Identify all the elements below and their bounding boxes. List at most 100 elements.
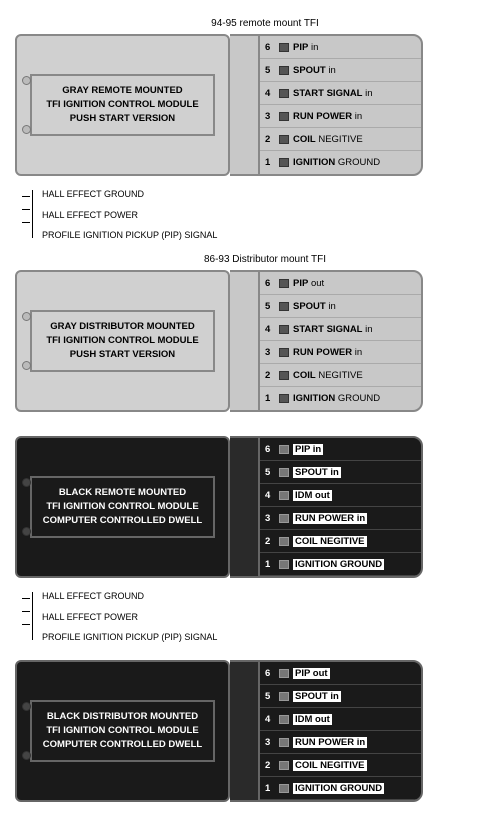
module-inner: BLACK REMOTE MOUNTEDTFI IGNITION CONTROL… — [30, 476, 216, 538]
pin-square — [279, 669, 289, 678]
pin-row-5: 5 SPOUT in — [260, 461, 421, 484]
pin-square — [279, 514, 289, 523]
screw-top — [22, 702, 31, 711]
screw-top — [22, 478, 31, 487]
screws-left — [22, 272, 31, 410]
screws-left — [22, 438, 31, 576]
tick3b — [22, 624, 30, 625]
pin-square — [279, 66, 289, 75]
pin-row-6: 6 PIP out — [260, 272, 421, 295]
screw-bottom — [22, 361, 31, 370]
pin-row-4: 4 START SIGNAL in — [260, 82, 421, 105]
gray-dist-assembly: GRAY DISTRIBUTOR MOUNTEDTFI IGNITION CON… — [15, 270, 485, 412]
pin-row-3: 3 RUN POWER in — [260, 341, 421, 364]
section-black-dist: BLACK DISTRIBUTOR MOUNTEDTFI IGNITION CO… — [0, 648, 500, 814]
bridge — [230, 436, 258, 578]
connector-black-remote: 6 PIP in 5 SPOUT in 4 IDM out 3 — [258, 436, 423, 578]
section-gray-dist: 86-93 Distributor mount TFI GRAY DISTRIB… — [0, 246, 500, 424]
tick1b — [22, 598, 30, 599]
pin-square — [279, 692, 289, 701]
gray-dist-label: 86-93 Distributor mount TFI — [35, 254, 495, 265]
diagram-container: 94-95 remote mount TFI GRAY REMOTE MOUNT… — [0, 0, 500, 824]
screws-left — [22, 662, 31, 800]
tick2b — [22, 611, 30, 612]
pin-square — [279, 302, 289, 311]
pin-square — [279, 135, 289, 144]
pin-square — [279, 445, 289, 454]
pin-row-5: 5 SPOUT in — [260, 685, 421, 708]
pin-square — [279, 784, 289, 793]
gray-remote-module: GRAY REMOTE MOUNTEDTFI IGNITION CONTROL … — [15, 34, 230, 176]
wire-label-hall-power: HALL EFFECT POWER — [42, 211, 217, 220]
gray-remote-label: 94-95 remote mount TFI — [35, 18, 495, 29]
pin-square — [279, 112, 289, 121]
black-remote-assembly: BLACK REMOTE MOUNTEDTFI IGNITION CONTROL… — [15, 436, 485, 578]
module-title: BLACK REMOTE MOUNTEDTFI IGNITION CONTROL… — [43, 486, 202, 527]
pin-row-3: 3 RUN POWER in — [260, 105, 421, 128]
module-inner: GRAY REMOTE MOUNTEDTFI IGNITION CONTROL … — [30, 74, 216, 136]
black-remote-module: BLACK REMOTE MOUNTEDTFI IGNITION CONTROL… — [15, 436, 230, 578]
pin-row-4: 4 IDM out — [260, 708, 421, 731]
pin-row-1: 1 IGNITION GROUND — [260, 387, 421, 410]
wire-vert-bar-2 — [32, 592, 33, 640]
pin-square — [279, 325, 289, 334]
tick1 — [22, 196, 30, 197]
pin-row-5: 5 SPOUT in — [260, 59, 421, 82]
pin-row-6: 6 PIP out — [260, 662, 421, 685]
pin-row-2: 2 COIL NEGITIVE — [260, 128, 421, 151]
black-dist-assembly: BLACK DISTRIBUTOR MOUNTEDTFI IGNITION CO… — [15, 660, 485, 802]
tick2 — [22, 209, 30, 210]
pin-row-5: 5 SPOUT in — [260, 295, 421, 318]
pin-row-6: 6 PIP in — [260, 36, 421, 59]
screw-bottom — [22, 751, 31, 760]
black-dist-module: BLACK DISTRIBUTOR MOUNTEDTFI IGNITION CO… — [15, 660, 230, 802]
wire-label-pip-signal-2: PROFILE IGNITION PICKUP (PIP) SIGNAL — [42, 633, 217, 642]
pin-square — [279, 761, 289, 770]
pin-square — [279, 738, 289, 747]
bridge — [230, 34, 258, 176]
module-title: BLACK DISTRIBUTOR MOUNTEDTFI IGNITION CO… — [43, 710, 202, 751]
screw-bottom — [22, 527, 31, 536]
pin-row-2: 2 COIL NEGITIVE — [260, 364, 421, 387]
screw-bottom — [22, 125, 31, 134]
pin-square — [279, 537, 289, 546]
module-title: GRAY REMOTE MOUNTEDTFI IGNITION CONTROL … — [46, 84, 198, 125]
pin-row-1: 1 IGNITION GROUND — [260, 553, 421, 576]
module-title: GRAY DISTRIBUTOR MOUNTEDTFI IGNITION CON… — [46, 320, 198, 361]
gray-dist-module: GRAY DISTRIBUTOR MOUNTEDTFI IGNITION CON… — [15, 270, 230, 412]
screw-top — [22, 312, 31, 321]
section-black-remote: BLACK REMOTE MOUNTEDTFI IGNITION CONTROL… — [0, 424, 500, 590]
pin-square — [279, 715, 289, 724]
screws-left — [22, 36, 31, 174]
connector-gray-remote: 6 PIP in 5 SPOUT in 4 START SIGNAL in 3 — [258, 34, 423, 176]
wire-section-1: HALL EFFECT GROUND HALL EFFECT POWER PRO… — [18, 190, 500, 240]
tick3 — [22, 222, 30, 223]
wire-label-hall-power-2: HALL EFFECT POWER — [42, 613, 217, 622]
module-inner: GRAY DISTRIBUTOR MOUNTEDTFI IGNITION CON… — [30, 310, 216, 372]
bridge — [230, 270, 258, 412]
bridge — [230, 660, 258, 802]
pin-square — [279, 371, 289, 380]
pin-row-3: 3 RUN POWER in — [260, 731, 421, 754]
pin-square — [279, 89, 289, 98]
screw-top — [22, 76, 31, 85]
pin-row-1: 1 IGNITION GROUND — [260, 777, 421, 800]
pin-square — [279, 158, 289, 167]
section-gray-remote: 94-95 remote mount TFI GRAY REMOTE MOUNT… — [0, 10, 500, 188]
pin-square — [279, 560, 289, 569]
wire-vert-bar — [32, 190, 33, 238]
pin-row-2: 2 COIL NEGITIVE — [260, 754, 421, 777]
pin-row-1: 1 IGNITION GROUND — [260, 151, 421, 174]
module-inner: BLACK DISTRIBUTOR MOUNTEDTFI IGNITION CO… — [30, 700, 216, 762]
pin-row-6: 6 PIP in — [260, 438, 421, 461]
wire-section-2: HALL EFFECT GROUND HALL EFFECT POWER PRO… — [18, 592, 500, 642]
pin-square — [279, 43, 289, 52]
wire-label-pip-signal: PROFILE IGNITION PICKUP (PIP) SIGNAL — [42, 231, 217, 240]
gray-remote-assembly: GRAY REMOTE MOUNTEDTFI IGNITION CONTROL … — [15, 34, 485, 176]
pin-square — [279, 491, 289, 500]
connector-black-dist: 6 PIP out 5 SPOUT in 4 IDM out 3 — [258, 660, 423, 802]
pin-row-4: 4 START SIGNAL in — [260, 318, 421, 341]
wire-label-hall-ground: HALL EFFECT GROUND — [42, 190, 217, 199]
pin-row-4: 4 IDM out — [260, 484, 421, 507]
pin-square — [279, 279, 289, 288]
